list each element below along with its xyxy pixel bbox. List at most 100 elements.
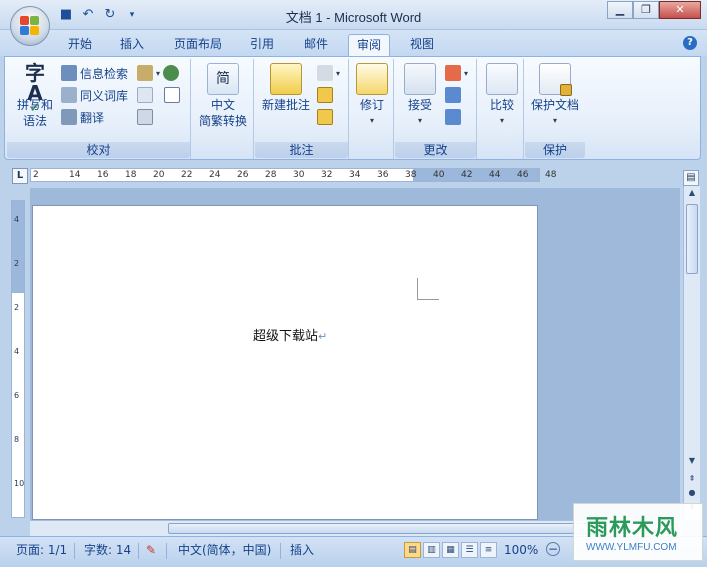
status-language[interactable]: 中文(简体，中国) bbox=[178, 542, 271, 558]
ruler-tick-label: 30 bbox=[293, 170, 305, 180]
view-ruler-icon[interactable]: ▤ bbox=[683, 170, 699, 186]
language-icon bbox=[163, 65, 180, 81]
spelling-label-line2: 语法 bbox=[22, 114, 47, 128]
previous-comment-icon bbox=[317, 87, 333, 103]
research-button[interactable]: 信息检索 bbox=[61, 63, 128, 83]
document-page[interactable] bbox=[32, 205, 538, 520]
full-screen-reading-icon[interactable]: ▥ bbox=[423, 542, 440, 558]
track-changes-button[interactable]: 修订 ▾ bbox=[350, 63, 394, 129]
tab-review[interactable]: 审阅 bbox=[348, 34, 391, 56]
scroll-up-icon[interactable]: ▲ bbox=[684, 186, 700, 200]
comments-group-label: 批注 bbox=[255, 142, 348, 158]
watermark-title: 雨林木风 bbox=[586, 516, 679, 541]
previous-change-button[interactable] bbox=[445, 85, 461, 105]
delete-comment-button[interactable]: ▾ bbox=[317, 63, 340, 83]
previous-change-icon bbox=[445, 87, 461, 103]
window-title: 文档 1 - Microsoft Word bbox=[285, 10, 422, 25]
ruler-tick-label: 26 bbox=[237, 170, 249, 180]
previous-comment-button[interactable] bbox=[317, 85, 333, 105]
zoom-level[interactable]: 100% bbox=[504, 542, 538, 558]
status-page[interactable]: 页面: 1/1 bbox=[16, 542, 67, 558]
translate-button[interactable]: 翻译 bbox=[61, 107, 104, 127]
document-body-text: 超级下载站 bbox=[253, 329, 319, 344]
status-word-count[interactable]: 字数: 14 bbox=[84, 542, 131, 558]
new-comment-button[interactable]: 新建批注 bbox=[257, 63, 315, 113]
next-change-button[interactable] bbox=[445, 107, 461, 127]
outline-icon[interactable]: ☰ bbox=[461, 542, 478, 558]
window-controls: ▁ ❐ ✕ bbox=[607, 1, 701, 19]
track-changes-icon bbox=[356, 63, 388, 95]
compare-button[interactable]: 比较 ▾ bbox=[480, 63, 524, 129]
zoom-out-icon[interactable]: − bbox=[546, 542, 560, 556]
ruler-tick-label: 2 bbox=[14, 259, 20, 268]
translate-tooltip-button[interactable]: ▾ bbox=[137, 63, 180, 83]
ruler-tick-label: 36 bbox=[377, 170, 389, 180]
restore-icon[interactable]: ❐ bbox=[633, 1, 659, 19]
next-comment-icon bbox=[317, 109, 333, 125]
browse-object-icon[interactable]: ● bbox=[684, 486, 700, 500]
chevron-down-icon: ▾ bbox=[464, 68, 469, 78]
draft-icon[interactable]: ≡ bbox=[480, 542, 497, 558]
ruler-tick-label: 48 bbox=[545, 170, 557, 180]
group-comments: 新建批注 ▾ 批注 bbox=[255, 59, 349, 159]
group-tracking: 修订 ▾ bbox=[350, 59, 394, 159]
status-divider bbox=[138, 543, 139, 559]
ruler-tick-label: 22 bbox=[181, 170, 193, 180]
keyboard-button[interactable] bbox=[137, 107, 153, 127]
tab-mailings[interactable]: 邮件 bbox=[296, 34, 336, 56]
tab-references[interactable]: 引用 bbox=[242, 34, 282, 56]
previous-page-icon[interactable]: ⇞ bbox=[684, 472, 700, 486]
ruler-tick-label: 2 bbox=[14, 303, 20, 312]
ruler-tick-label: 14 bbox=[69, 170, 81, 180]
tab-home[interactable]: 开始 bbox=[60, 34, 100, 56]
tab-selector[interactable]: L bbox=[12, 168, 28, 184]
set-language-button[interactable] bbox=[137, 85, 180, 105]
chinese-conversion-label2: 简繁转换 bbox=[198, 114, 247, 128]
reject-button[interactable]: ▾ bbox=[445, 63, 468, 83]
track-changes-label: 修订 bbox=[359, 98, 384, 112]
next-comment-button[interactable] bbox=[317, 107, 333, 127]
close-icon[interactable]: ✕ bbox=[659, 1, 701, 19]
margin-corner-mark bbox=[417, 278, 439, 300]
research-label: 信息检索 bbox=[80, 66, 129, 81]
ruler-tick-label: 34 bbox=[349, 170, 361, 180]
horizontal-ruler[interactable]: 2 14 16 18 20 22 24 26 28 30 32 34 36 38 40 42 44 46 48 bbox=[30, 168, 556, 182]
scroll-down-icon[interactable]: ▼ bbox=[684, 454, 700, 468]
vertical-scroll-thumb[interactable] bbox=[686, 204, 698, 274]
chinese-conversion-button[interactable]: 简 中文 简繁转换 bbox=[192, 63, 254, 129]
ruler-tick-label: 2 bbox=[33, 170, 39, 180]
minimize-icon[interactable]: ▁ bbox=[607, 1, 633, 19]
tab-view[interactable]: 视图 bbox=[402, 34, 442, 56]
ruler-tick-label: 6 bbox=[14, 391, 20, 400]
delete-comment-icon bbox=[317, 65, 333, 81]
status-insert-mode[interactable]: 插入 bbox=[290, 542, 314, 558]
spell-check-icon: 字A ✓ bbox=[25, 61, 45, 116]
title-bar: ■ ↶ ↻ ▾ 文档 1 - Microsoft Word ▁ ❐ ✕ bbox=[0, 0, 707, 30]
office-logo-icon bbox=[20, 16, 40, 36]
translate-label: 翻译 bbox=[80, 110, 105, 125]
compare-icon bbox=[486, 63, 518, 95]
proofing-errors-icon[interactable]: ✎ bbox=[146, 542, 156, 558]
next-change-icon bbox=[445, 109, 461, 125]
vertical-scrollbar[interactable]: ▲ ▼ ⇞ ● ⇟ bbox=[683, 186, 700, 520]
tab-insert[interactable]: 插入 bbox=[112, 34, 152, 56]
group-chinese-conversion: 简 中文 简繁转换 bbox=[192, 59, 254, 159]
accept-button[interactable]: 接受 ▾ bbox=[397, 63, 443, 129]
ruler-tick-label: 46 bbox=[517, 170, 529, 180]
document-text[interactable]: 超级下载站↵ bbox=[253, 325, 327, 344]
print-layout-icon[interactable]: ▤ bbox=[404, 542, 421, 558]
status-divider bbox=[74, 543, 75, 559]
vertical-ruler[interactable]: 4 2 2 4 6 8 10 bbox=[11, 200, 25, 518]
protect-document-button[interactable]: 保护文档 ▾ bbox=[525, 63, 585, 129]
chevron-down-icon: ▾ bbox=[336, 68, 341, 78]
thesaurus-label: 同义词库 bbox=[80, 88, 129, 103]
spelling-grammar-button[interactable]: 字A ✓ 拼写和 语法 bbox=[13, 63, 57, 129]
help-icon[interactable]: ? bbox=[683, 36, 697, 50]
web-layout-icon[interactable]: ▦ bbox=[442, 542, 459, 558]
thesaurus-button[interactable]: 同义词库 bbox=[61, 85, 128, 105]
office-button[interactable] bbox=[10, 6, 50, 46]
set-language-icon bbox=[137, 87, 153, 103]
tab-page-layout[interactable]: 页面布局 bbox=[166, 34, 230, 56]
ruler-tick-label: 42 bbox=[461, 170, 473, 180]
status-divider bbox=[166, 543, 167, 559]
